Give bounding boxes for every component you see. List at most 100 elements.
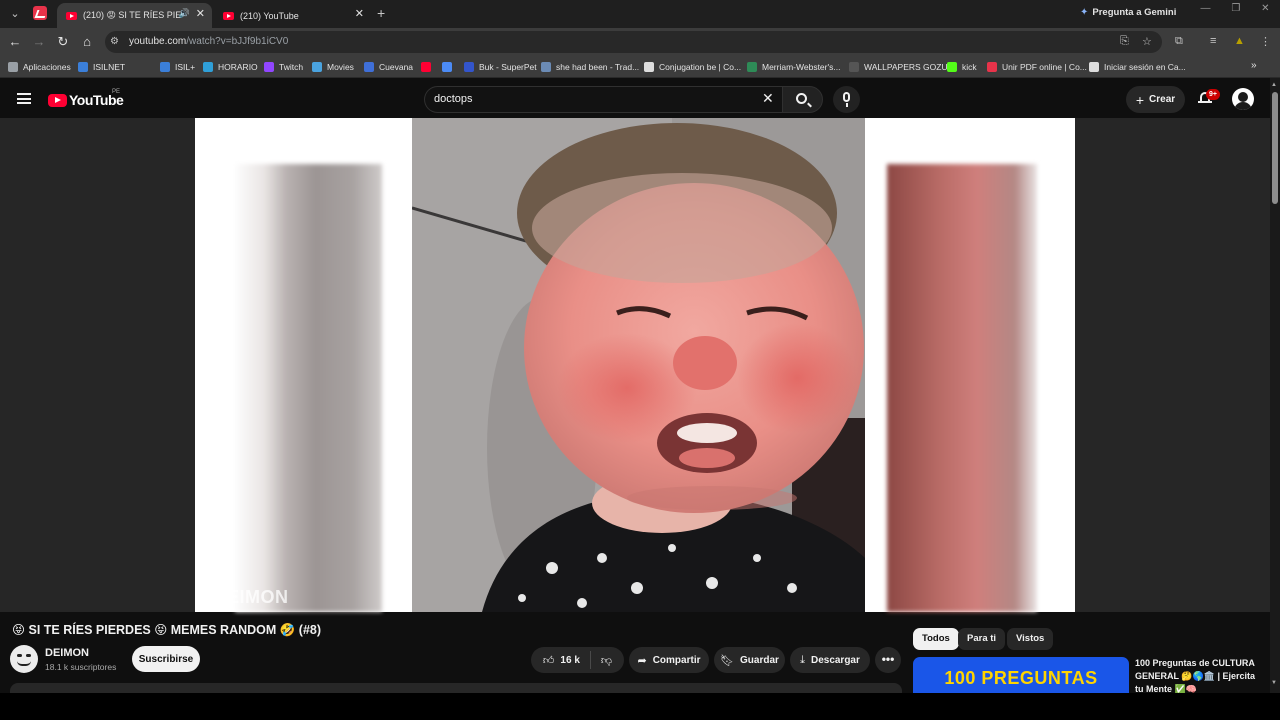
bookmark-item[interactable]: WALLPAPERS GOZU [849, 60, 948, 74]
bookmark-label: Unir PDF online | Co... [1002, 62, 1087, 72]
download-button[interactable]: ⤓ Descargar [790, 647, 870, 673]
bookmark-item[interactable]: ISILNET [78, 60, 125, 74]
browser-menu-icon[interactable]: ⋮ [1260, 35, 1271, 48]
chip-para-ti[interactable]: Para ti [958, 628, 1006, 650]
blurred-background-right [887, 164, 1037, 612]
search-query[interactable]: doctops [434, 93, 473, 105]
blurred-background-left [235, 164, 382, 612]
bookmark-label: ISIL+ [175, 62, 196, 72]
bookmark-item[interactable]: HORARIO [203, 60, 258, 74]
bookmark-label: Cuevana [379, 62, 414, 72]
notification-badge: 9+ [1206, 89, 1220, 100]
video-content-crying-baby[interactable] [412, 118, 865, 612]
bookmark-item[interactable]: Twitch [264, 60, 303, 74]
search-button[interactable] [782, 86, 823, 113]
bookmark-item[interactable]: Unir PDF online | Co... [987, 60, 1087, 74]
scroll-down-icon[interactable]: ▼ [1271, 680, 1277, 686]
bookmark-item[interactable]: Movies [312, 60, 354, 74]
voice-search-button[interactable] [833, 86, 860, 113]
tab-title: (210) YouTube [240, 10, 299, 21]
bookmark-item[interactable]: Iniciar sesión en Ca... [1089, 60, 1186, 74]
minimize-icon[interactable]: — [1200, 3, 1210, 14]
bookmark-favicon-icon [947, 62, 957, 72]
tab-youtube[interactable]: (210) YouTube ✕ [214, 3, 371, 28]
create-button[interactable]: + Crear [1126, 86, 1185, 113]
screen: ⌄ (210) 😡 SI TE RÍES PIERDES 🔊 ✕ (210) Y… [0, 0, 1280, 720]
bookmark-item[interactable]: Buk - SuperPet [464, 60, 537, 74]
bookmark-item[interactable]: Aplicaciones [8, 60, 71, 74]
gemini-button[interactable]: ✦ Pregunta a Gemini [1080, 7, 1176, 18]
subscribe-button[interactable]: Suscribirse [132, 646, 200, 672]
scroll-up-icon[interactable]: ▲ [1271, 82, 1277, 88]
channel-avatar[interactable] [10, 645, 38, 673]
url-text[interactable]: youtube.com/watch?v=bJJf9b1iCV0 [129, 36, 288, 47]
guide-menu-icon[interactable] [17, 93, 31, 104]
recommendation-thumbnail[interactable]: 100 PREGUNTAS [913, 657, 1129, 697]
bookmark-favicon-icon [364, 62, 374, 72]
more-actions-icon[interactable]: ••• [875, 647, 901, 673]
tab-search-chevron-icon[interactable]: ⌄ [7, 6, 23, 22]
home-icon[interactable]: ⌂ [79, 34, 95, 50]
bookmark-item[interactable]: Conjugation be | Co... [644, 60, 741, 74]
avatar-head [1238, 92, 1248, 102]
chip-vistos[interactable]: Vistos [1007, 628, 1054, 650]
bookmark-item[interactable]: Cuevana [364, 60, 413, 74]
microphone-stem [846, 103, 848, 107]
chip-todos[interactable]: Todos [913, 628, 959, 650]
like-thumb-icon[interactable]: 👍︎ [543, 654, 555, 667]
country-code: PE [112, 89, 121, 95]
like-count[interactable]: 16 k [560, 655, 579, 666]
extensions-icon[interactable]: ⧉ [1175, 35, 1183, 48]
download-label: Descargar [810, 654, 860, 666]
bookmark-favicon-icon [203, 62, 213, 72]
youtube-favicon-icon [66, 11, 77, 20]
subscriber-count: 18.1 k suscriptores [45, 662, 117, 672]
back-arrow-icon[interactable]: ← [7, 34, 23, 50]
channel-name[interactable]: DEIMON [45, 647, 89, 659]
bookmark-favicon-icon [464, 62, 474, 72]
media-controls-icon[interactable]: ≡ [1210, 35, 1216, 47]
site-settings-icon[interactable]: ⚙ [110, 36, 122, 48]
install-app-icon[interactable]: ⎘ [1120, 35, 1129, 48]
bookmark-item[interactable]: kick [947, 60, 977, 74]
avatar-eye-right [26, 654, 31, 657]
clear-search-icon[interactable]: ✕ [762, 90, 774, 107]
bookmark-label: Movies [327, 62, 354, 72]
bookmark-item[interactable]: Merriam-Webster's... [747, 60, 840, 74]
description-box[interactable] [10, 683, 902, 693]
recommendation-title[interactable]: 100 Preguntas de CULTURA GENERAL 🤔🌎🏛️ | … [1135, 657, 1263, 693]
forward-arrow-icon[interactable]: → [31, 34, 47, 50]
close-window-icon[interactable]: ✕ [1261, 3, 1269, 14]
bookmark-item[interactable] [421, 60, 436, 74]
bookmark-label: HORARIO [218, 62, 258, 72]
restore-icon[interactable]: ❐ [1231, 3, 1240, 14]
bookmark-item[interactable]: she had been - Trad... [541, 60, 639, 74]
download-icon: ⤓ [800, 653, 805, 666]
profile-icon[interactable]: ▲ [1234, 35, 1245, 47]
share-button[interactable]: ➦ Compartir [629, 647, 709, 673]
tab-video[interactable]: (210) 😡 SI TE RÍES PIERDES 🔊 ✕ [57, 3, 212, 28]
bookmark-item[interactable]: ISIL+ [160, 60, 195, 74]
tab-close-icon[interactable]: ✕ [196, 7, 205, 20]
bookmark-label: WALLPAPERS GOZU [864, 62, 948, 72]
search-input[interactable] [424, 86, 782, 113]
tab-close-icon[interactable]: ✕ [355, 7, 364, 20]
more-bookmarks-icon[interactable]: » [1251, 60, 1257, 71]
gemini-label: Pregunta a Gemini [1092, 7, 1177, 18]
pinned-tab-icon[interactable] [33, 6, 47, 20]
account-avatar[interactable] [1232, 88, 1254, 110]
save-button[interactable]: 🔖︎ Guardar [714, 647, 785, 673]
bookmark-star-icon[interactable]: ☆ [1142, 35, 1152, 48]
baby-face-illustration [412, 118, 865, 612]
new-tab-icon[interactable]: + [377, 5, 385, 21]
bookmark-item[interactable] [442, 60, 457, 74]
speaker-icon[interactable]: 🔊 [179, 8, 190, 19]
reload-icon[interactable]: ↻ [55, 34, 71, 50]
bookmark-label: Iniciar sesión en Ca... [1104, 62, 1186, 72]
youtube-favicon-icon [223, 11, 234, 20]
dislike-thumb-icon[interactable]: 👎︎ [601, 654, 612, 667]
scrollbar-thumb[interactable] [1272, 92, 1278, 204]
youtube-logo[interactable]: YouTube PE [48, 89, 124, 108]
bell-base [1198, 101, 1212, 103]
bookmark-label: ISILNET [93, 62, 126, 72]
